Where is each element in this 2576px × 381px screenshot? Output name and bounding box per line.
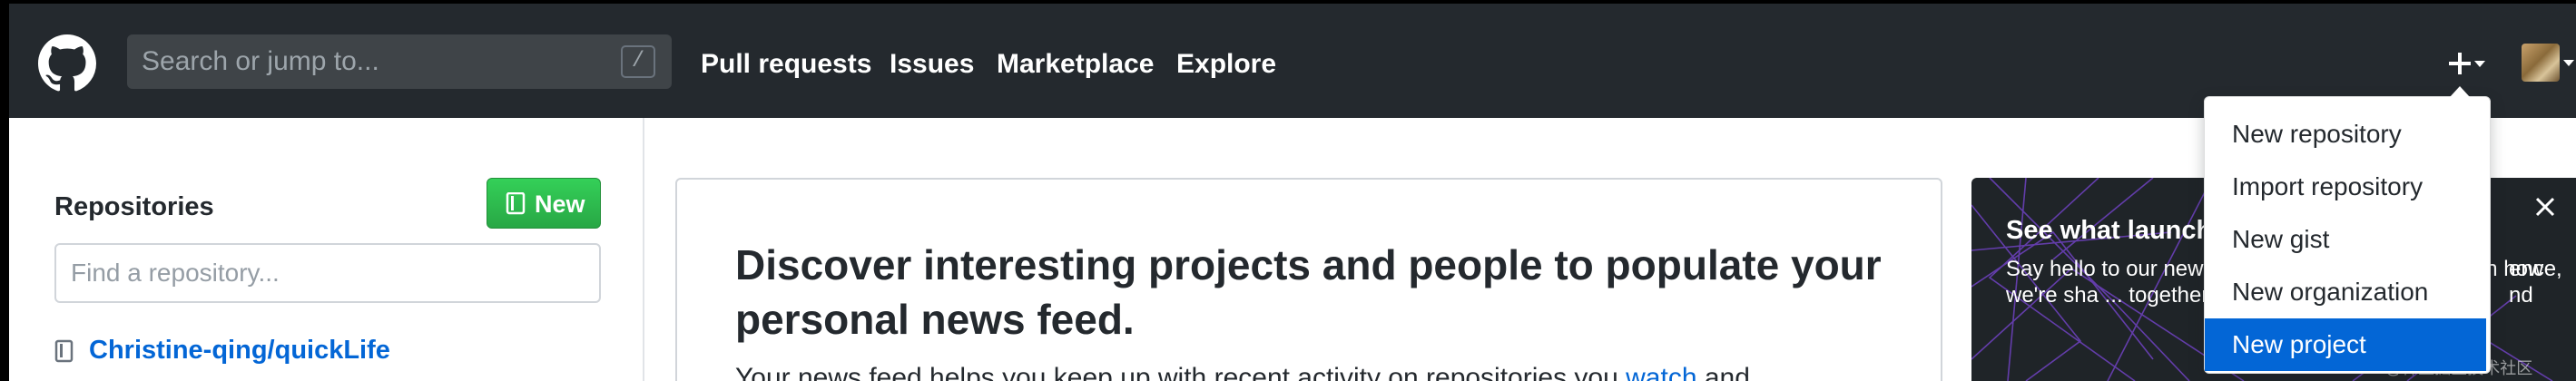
nav-marketplace[interactable]: Marketplace (997, 49, 1154, 80)
dashboard-sidebar: Repositories New Christine-qing/quickLif… (9, 118, 644, 381)
menu-item-new-project[interactable]: New project (2205, 318, 2486, 371)
github-logo-icon[interactable] (38, 34, 96, 93)
watch-link[interactable]: watch (1626, 363, 1696, 381)
menu-item-new-gist[interactable]: New gist (2205, 213, 2490, 266)
find-repository-input[interactable] (54, 243, 601, 303)
create-new-button[interactable] (2440, 44, 2491, 83)
create-new-dropdown: New repository Import repository New gis… (2204, 86, 2491, 374)
discover-heading: Discover interesting projects and people… (735, 241, 1882, 343)
discover-text-suffix: and (1704, 363, 1750, 381)
nav-issues[interactable]: Issues (890, 49, 974, 80)
avatar-caret-icon[interactable] (2563, 60, 2574, 66)
promo-title: See what launch (2006, 216, 2213, 245)
caret-down-icon (2474, 61, 2485, 67)
repositories-heading: Repositories (54, 192, 214, 221)
discover-description: Your news feed helps you keep up with re… (735, 363, 1750, 381)
repo-link[interactable]: Christine-qing/quickLife (89, 336, 390, 366)
nav-explore[interactable]: Explore (1176, 49, 1276, 80)
global-search[interactable]: / (127, 34, 672, 89)
repo-icon (54, 339, 74, 363)
discover-text-prefix: Your news feed helps you keep up with re… (735, 363, 1618, 381)
window-left-edge (0, 0, 9, 381)
new-button-label: New (535, 190, 585, 218)
nav-pull-requests[interactable]: Pull requests (701, 49, 871, 80)
menu-item-new-organization[interactable]: New organization (2205, 266, 2490, 318)
repo-book-icon (506, 192, 526, 215)
menu-item-import-repository[interactable]: Import repository (2205, 161, 2490, 213)
global-header: / Pull requests Issues Marketplace Explo… (0, 4, 2576, 118)
search-input[interactable] (142, 34, 614, 89)
plus-icon (2449, 53, 2471, 74)
search-shortcut-hint: / (621, 45, 655, 78)
news-feed-empty-card: Discover interesting projects and people… (675, 178, 1942, 381)
user-avatar[interactable] (2522, 44, 2560, 82)
promo-text-right: ence, nd (2509, 257, 2562, 308)
new-repository-button[interactable]: New (487, 178, 601, 229)
close-icon[interactable] (2532, 194, 2558, 220)
menu-item-new-repository[interactable]: New repository (2205, 108, 2490, 161)
